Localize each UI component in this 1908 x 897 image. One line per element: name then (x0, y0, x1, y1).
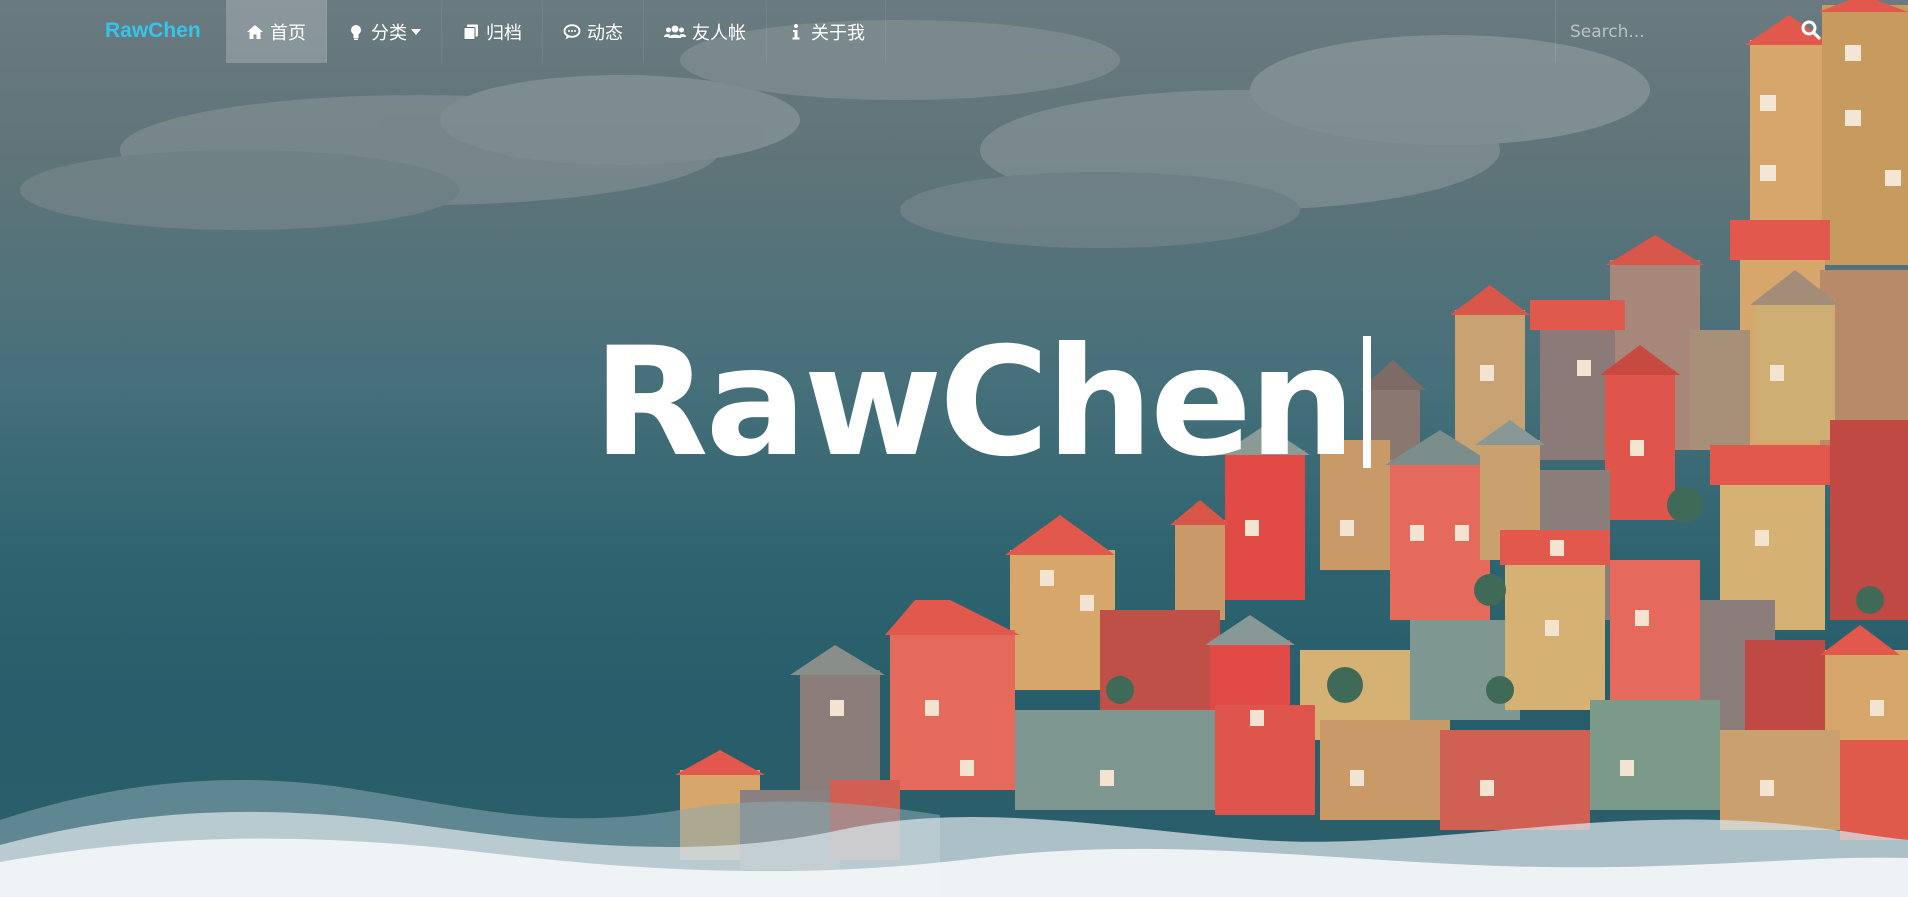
hero-title: RawChen (593, 318, 1371, 488)
nav-item-moments[interactable]: 动态 (543, 0, 644, 63)
comment-icon (563, 23, 581, 41)
search-box (1555, 0, 1820, 63)
users-icon (664, 23, 686, 41)
chevron-down-icon (411, 28, 421, 35)
nav-item-friends[interactable]: 友人帐 (644, 0, 767, 63)
search-icon[interactable] (1800, 19, 1822, 41)
nav-item-label: 分类 (371, 22, 407, 44)
hero-title-text: RawChen (593, 316, 1356, 490)
home-icon (246, 23, 264, 41)
nav-item-label: 动态 (587, 22, 623, 44)
info-icon (787, 23, 805, 41)
nav-item-label: 友人帐 (692, 22, 746, 44)
nav-item-home[interactable]: 首页 (226, 0, 327, 63)
lightbulb-icon (347, 23, 365, 41)
nav-menu: 首页 分类 归档 动态 友人帐 关于我 (226, 0, 886, 63)
files-icon (462, 23, 480, 41)
nav-item-label: 关于我 (811, 22, 865, 44)
search-input[interactable] (1570, 11, 1780, 52)
typing-cursor (1362, 336, 1371, 468)
nav-item-categories[interactable]: 分类 (327, 0, 442, 63)
nav-item-label: 归档 (486, 22, 522, 44)
top-navbar: RawChen 首页 分类 归档 动态 友人帐 关于我 Search... (0, 0, 1908, 63)
brand-logo-link[interactable]: RawChen (105, 0, 201, 63)
hero-banner: RawChen 首页 分类 归档 动态 友人帐 关于我 Search... Ra… (0, 0, 1908, 897)
nav-item-label: 首页 (270, 22, 306, 44)
nav-item-about[interactable]: 关于我 (767, 0, 886, 63)
nav-item-archive[interactable]: 归档 (442, 0, 543, 63)
